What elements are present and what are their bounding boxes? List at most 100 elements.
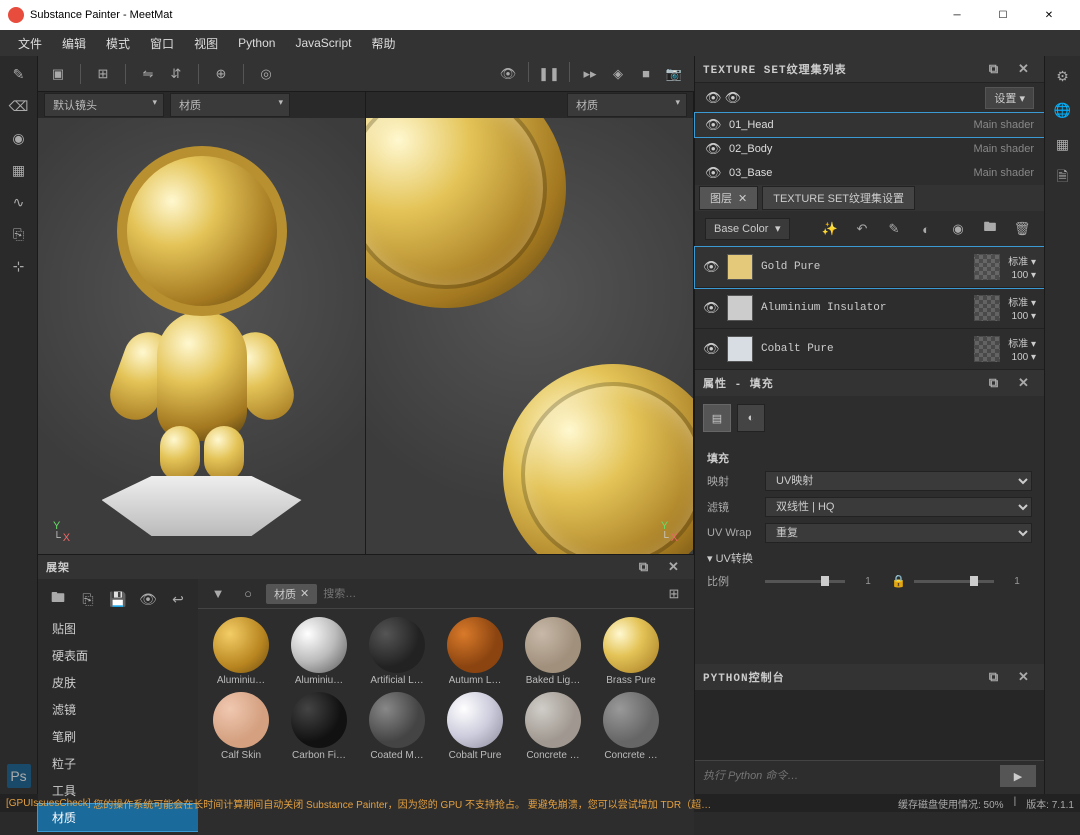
material-item[interactable]: Aluminiu… bbox=[284, 617, 354, 686]
mirror-x-icon[interactable]: ⇋ bbox=[136, 62, 160, 86]
rt-layers-icon[interactable]: ▦ bbox=[1051, 132, 1075, 156]
close-button[interactable]: ✕ bbox=[1026, 0, 1072, 30]
material-item[interactable]: Carbon Fi… bbox=[284, 692, 354, 761]
console-close-icon[interactable]: ✕ bbox=[1012, 665, 1036, 689]
layer-item[interactable]: 👁Aluminium Insulator标准 ▾100 ▾ bbox=[695, 288, 1044, 329]
material-item[interactable]: Artificial L… bbox=[362, 617, 432, 686]
material-item[interactable]: Brass Pure bbox=[596, 617, 666, 686]
menu-window[interactable]: 窗口 bbox=[140, 31, 184, 56]
shelf-dot-icon[interactable]: ○ bbox=[236, 582, 260, 606]
material-item[interactable]: Concrete … bbox=[596, 692, 666, 761]
shelf-folder-icon[interactable]: 🖿 bbox=[46, 587, 70, 611]
ts-undock-icon[interactable]: ⧉ bbox=[982, 57, 1006, 81]
layer-mask-icon[interactable]: ◐ bbox=[914, 217, 938, 241]
panel-undock-icon[interactable]: ⧉ bbox=[632, 555, 656, 579]
lock-icon[interactable]: 🔒 bbox=[891, 574, 906, 588]
layer-blend[interactable]: 标准 ▾ bbox=[1008, 253, 1036, 268]
layer-opacity[interactable]: 100 ▾ bbox=[1012, 352, 1036, 363]
rt-notes-icon[interactable]: 🗎 bbox=[1051, 166, 1075, 190]
shelf-search-input[interactable] bbox=[323, 588, 656, 600]
layer-blend[interactable]: 标准 ▾ bbox=[1008, 335, 1036, 350]
plugin-icon[interactable]: Ps bbox=[7, 764, 31, 788]
shelf-filter-icon[interactable]: ▼ bbox=[206, 582, 230, 606]
eye-icon[interactable]: 👁 bbox=[705, 141, 721, 157]
console-undock-icon[interactable]: ⧉ bbox=[982, 665, 1006, 689]
mirror-y-icon[interactable]: ⇵ bbox=[164, 62, 188, 86]
textureset-row[interactable]: 👁02_BodyMain shader bbox=[695, 137, 1044, 161]
tab-textureset-settings[interactable]: TEXTURE SET纹理集设置 bbox=[762, 186, 915, 210]
paint-tool-icon[interactable]: ✎ bbox=[7, 62, 31, 86]
prop-uvtransform-toggle[interactable]: ▾ UV转换 bbox=[707, 546, 1032, 570]
menu-javascript[interactable]: JavaScript bbox=[285, 32, 361, 54]
smudge-tool-icon[interactable]: ∿ bbox=[7, 190, 31, 214]
layer-effect-icon[interactable]: ✨ bbox=[818, 217, 842, 241]
layer-undo-icon[interactable]: ↶ bbox=[850, 217, 874, 241]
shelf-cat-brush[interactable]: 笔刷 bbox=[38, 723, 198, 750]
lens-dropdown[interactable]: 默认镜头 bbox=[44, 93, 164, 117]
eraser-tool-icon[interactable]: ⌫ bbox=[7, 94, 31, 118]
prop-scale-y-slider[interactable] bbox=[914, 580, 994, 583]
tab-layers[interactable]: 图层 ✕ bbox=[699, 186, 758, 210]
target-icon[interactable]: ◎ bbox=[254, 62, 278, 86]
layer-mask[interactable] bbox=[974, 336, 1000, 362]
shelf-import-icon[interactable]: ↩ bbox=[166, 587, 190, 611]
eye-icon[interactable]: 👁 bbox=[703, 341, 719, 357]
menu-view[interactable]: 视图 bbox=[184, 31, 228, 56]
menu-edit[interactable]: 编辑 bbox=[52, 31, 96, 56]
panel-close-icon[interactable]: ✕ bbox=[662, 555, 686, 579]
layer-fill-icon[interactable]: ◉ bbox=[946, 217, 970, 241]
material-item[interactable]: Autumn L… bbox=[440, 617, 510, 686]
shelf-cat-filter[interactable]: 滤镜 bbox=[38, 696, 198, 723]
layer-item[interactable]: 👁Cobalt Pure标准 ▾100 ▾ bbox=[695, 329, 1044, 370]
layer-opacity[interactable]: 100 ▾ bbox=[1012, 311, 1036, 322]
material-item[interactable]: Coated M… bbox=[362, 692, 432, 761]
layer-item[interactable]: 👁Gold Pure标准 ▾100 ▾ bbox=[695, 247, 1044, 288]
ts-eye-solo-icon[interactable]: 👁 bbox=[725, 90, 742, 105]
props-mode-fill-icon[interactable]: ▤ bbox=[703, 404, 731, 432]
ts-eye-all-icon[interactable]: 👁 bbox=[705, 90, 722, 105]
material-item[interactable]: Baked Lig… bbox=[518, 617, 588, 686]
grid-icon[interactable]: ⊞ bbox=[91, 62, 115, 86]
rt-gear-icon[interactable]: ⚙ bbox=[1051, 64, 1075, 88]
add-icon[interactable]: ⊕ bbox=[209, 62, 233, 86]
props-undock-icon[interactable]: ⧉ bbox=[982, 371, 1006, 395]
tab-close-icon[interactable]: ✕ bbox=[738, 192, 747, 205]
cube-icon[interactable]: ◈ bbox=[606, 62, 630, 86]
prop-projection-select[interactable]: UV映射 bbox=[765, 471, 1032, 491]
eye-icon[interactable]: 👁 bbox=[703, 259, 719, 275]
menu-help[interactable]: 帮助 bbox=[361, 31, 405, 56]
textureset-row[interactable]: 👁01_HeadMain shader bbox=[695, 113, 1044, 137]
layer-folder-icon[interactable]: 🖿 bbox=[978, 217, 1002, 241]
shelf-filter-chip[interactable]: 材质✕ bbox=[266, 584, 317, 604]
clone-tool-icon[interactable]: ⎘ bbox=[7, 222, 31, 246]
material-item[interactable]: Cobalt Pure bbox=[440, 692, 510, 761]
layer-brush-icon[interactable]: ✎ bbox=[882, 217, 906, 241]
shelf-cat-texture[interactable]: 贴图 bbox=[38, 615, 198, 642]
shelf-cat-hardsurface[interactable]: 硬表面 bbox=[38, 642, 198, 669]
viewport-2d[interactable]: 材质 Y└X bbox=[366, 92, 694, 554]
ts-close-icon[interactable]: ✕ bbox=[1012, 57, 1036, 81]
eye-icon[interactable]: 👁 bbox=[705, 165, 721, 181]
hide-icon[interactable]: 👁 bbox=[496, 62, 520, 86]
layer-mask[interactable] bbox=[974, 295, 1000, 321]
menu-file[interactable]: 文件 bbox=[8, 31, 52, 56]
props-mode-material-icon[interactable]: ◐ bbox=[737, 404, 765, 432]
shelf-new-icon[interactable]: ⎘ bbox=[76, 587, 100, 611]
viewport-3d[interactable]: 默认镜头 材质 Y└X bbox=[38, 92, 366, 554]
marquee-icon[interactable]: ▣ bbox=[46, 62, 70, 86]
shelf-cat-particle[interactable]: 粒子 bbox=[38, 750, 198, 777]
layer-channel-dropdown[interactable]: Base Color ▾ bbox=[705, 218, 790, 240]
projection-tool-icon[interactable]: ◉ bbox=[7, 126, 31, 150]
console-run-button[interactable]: ▶ bbox=[1000, 765, 1036, 787]
layer-opacity[interactable]: 100 ▾ bbox=[1012, 270, 1036, 281]
prop-filtering-select[interactable]: 双线性 | HQ bbox=[765, 497, 1032, 517]
layer-delete-icon[interactable]: 🗑 bbox=[1010, 217, 1034, 241]
camera-icon[interactable]: ■ bbox=[634, 62, 658, 86]
console-input[interactable] bbox=[703, 770, 992, 782]
material-2d-dropdown[interactable]: 材质 bbox=[567, 93, 687, 117]
eye-icon[interactable]: 👁 bbox=[705, 117, 721, 133]
menu-mode[interactable]: 模式 bbox=[96, 31, 140, 56]
material-item[interactable]: Concrete … bbox=[518, 692, 588, 761]
eye-icon[interactable]: 👁 bbox=[703, 300, 719, 316]
textureset-row[interactable]: 👁03_BaseMain shader bbox=[695, 161, 1044, 185]
